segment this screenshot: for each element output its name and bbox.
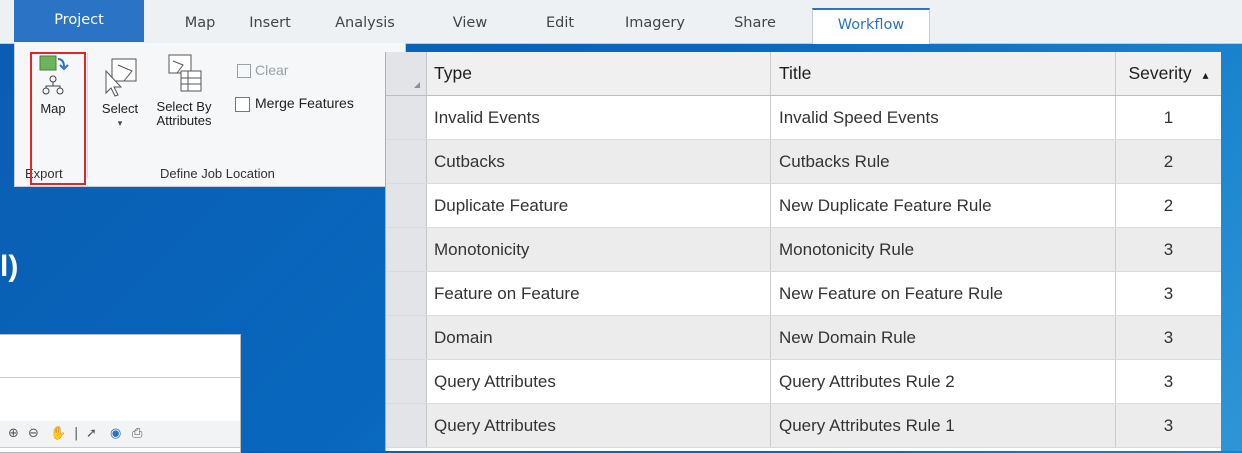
background-text: l) — [0, 250, 19, 283]
select-by-label-2: Attributes — [156, 113, 212, 128]
select-button[interactable]: Select ▾ — [95, 53, 145, 130]
cell-severity: 3 — [1163, 372, 1174, 391]
table-row[interactable]: Query Attributes Query Attributes Rule 1… — [386, 404, 1221, 448]
select-arrow-icon[interactable]: ➚ — [86, 426, 97, 441]
select-cursor-icon — [105, 58, 137, 97]
cell-severity: 3 — [1163, 240, 1174, 259]
cell-type: Domain — [426, 316, 771, 359]
row-selector[interactable] — [386, 272, 427, 315]
group-separator — [87, 53, 88, 178]
select-by-attributes-icon — [168, 54, 202, 92]
select-dropdown-arrow-icon[interactable]: ▾ — [95, 116, 145, 130]
select-by-attributes-button[interactable]: Select By Attributes — [149, 51, 219, 128]
pan-hand-icon[interactable]: ✋ — [50, 426, 66, 441]
table-row[interactable]: Domain New Domain Rule 3 — [386, 316, 1221, 360]
table-row[interactable]: Monotonicity Monotonicity Rule 3 — [386, 228, 1221, 272]
table-row[interactable]: Invalid Events Invalid Speed Events 1 — [386, 96, 1221, 140]
cell-title: Query Attributes Rule 2 — [771, 360, 1116, 403]
cell-type: Feature on Feature — [426, 272, 771, 315]
tab-workflow[interactable]: Workflow — [812, 8, 930, 44]
globe-icon[interactable]: ◉ — [110, 426, 121, 441]
tab-map[interactable]: Map — [170, 8, 230, 43]
inset-divider — [0, 377, 240, 378]
tab-edit[interactable]: Edit — [530, 8, 590, 43]
cell-type: Query Attributes — [426, 360, 771, 403]
cell-severity: 1 — [1163, 108, 1174, 127]
cell-severity: 3 — [1163, 284, 1174, 303]
clear-button[interactable]: Clear — [237, 62, 289, 79]
row-selector[interactable] — [386, 316, 427, 359]
cell-severity: 3 — [1163, 416, 1174, 435]
zoom-in-icon[interactable]: ⊕ — [8, 426, 19, 441]
row-selector[interactable] — [386, 140, 427, 183]
corner-triangle-icon — [414, 82, 420, 88]
column-header-severity-label: Severity — [1128, 63, 1192, 83]
select-all-corner[interactable] — [386, 52, 427, 95]
table-row[interactable]: Cutbacks Cutbacks Rule 2 — [386, 140, 1221, 184]
cell-severity: 3 — [1163, 328, 1174, 347]
ribbon-tab-bar: Project Map Insert Analysis View Edit Im… — [0, 0, 1242, 44]
inset-divider-2 — [0, 447, 240, 448]
cell-severity: 2 — [1163, 196, 1174, 215]
cell-type: Query Attributes — [426, 404, 771, 447]
merge-features-checkbox[interactable]: Merge Features — [235, 96, 354, 112]
merge-features-label: Merge Features — [255, 95, 354, 111]
tab-share[interactable]: Share — [725, 8, 785, 43]
merge-features-checkbox-box[interactable] — [235, 96, 250, 112]
column-header-type[interactable]: Type — [426, 52, 771, 95]
clear-icon — [237, 64, 251, 79]
row-selector[interactable] — [386, 404, 427, 447]
tab-analysis[interactable]: Analysis — [325, 8, 405, 43]
cell-title: New Duplicate Feature Rule — [771, 184, 1116, 227]
tab-view[interactable]: View — [440, 8, 500, 43]
cell-type: Invalid Events — [426, 96, 771, 139]
cell-title: Query Attributes Rule 1 — [771, 404, 1116, 447]
table-row[interactable]: Query Attributes Query Attributes Rule 2… — [386, 360, 1221, 404]
toolbar-separator-icon: | — [74, 426, 79, 441]
cell-title: Invalid Speed Events — [771, 96, 1116, 139]
cell-type: Cutbacks — [426, 140, 771, 183]
row-selector[interactable] — [386, 184, 427, 227]
column-header-severity[interactable]: Severity ▴ — [1116, 52, 1221, 95]
define-job-location-group-label: Define Job Location — [160, 166, 275, 181]
table-row[interactable]: Feature on Feature New Feature on Featur… — [386, 272, 1221, 316]
sort-ascending-icon: ▴ — [1202, 68, 1209, 82]
column-header-title[interactable]: Title — [771, 52, 1116, 95]
select-by-label-1: Select By — [156, 99, 212, 114]
cell-title: Monotonicity Rule — [771, 228, 1116, 271]
clear-label: Clear — [255, 62, 289, 78]
tab-project[interactable]: Project — [14, 0, 144, 42]
table-row[interactable]: Duplicate Feature New Duplicate Feature … — [386, 184, 1221, 228]
tab-imagery[interactable]: Imagery — [615, 8, 695, 43]
cell-title: New Domain Rule — [771, 316, 1116, 359]
inset-window: ⊕ ⊖ ✋ | ➚ ◉ ⎙ — [0, 334, 241, 453]
rules-table: Type Title Severity ▴ Invalid Events Inv… — [385, 52, 1221, 451]
cell-title: New Feature on Feature Rule — [771, 272, 1116, 315]
cell-title: Cutbacks Rule — [771, 140, 1116, 183]
select-label: Select — [101, 101, 139, 116]
cell-type: Duplicate Feature — [426, 184, 771, 227]
row-selector[interactable] — [386, 360, 427, 403]
cell-severity: 2 — [1163, 152, 1174, 171]
table-header-row: Type Title Severity ▴ — [386, 52, 1221, 96]
tab-insert[interactable]: Insert — [240, 8, 300, 43]
cell-type: Monotonicity — [426, 228, 771, 271]
row-selector[interactable] — [386, 96, 427, 139]
export-highlight-box — [30, 52, 86, 185]
row-selector[interactable] — [386, 228, 427, 271]
zoom-out-icon[interactable]: ⊖ — [28, 426, 39, 441]
inset-toolbar: ⊕ ⊖ ✋ | ➚ ◉ ⎙ — [0, 421, 240, 447]
printer-icon[interactable]: ⎙ — [132, 426, 142, 441]
